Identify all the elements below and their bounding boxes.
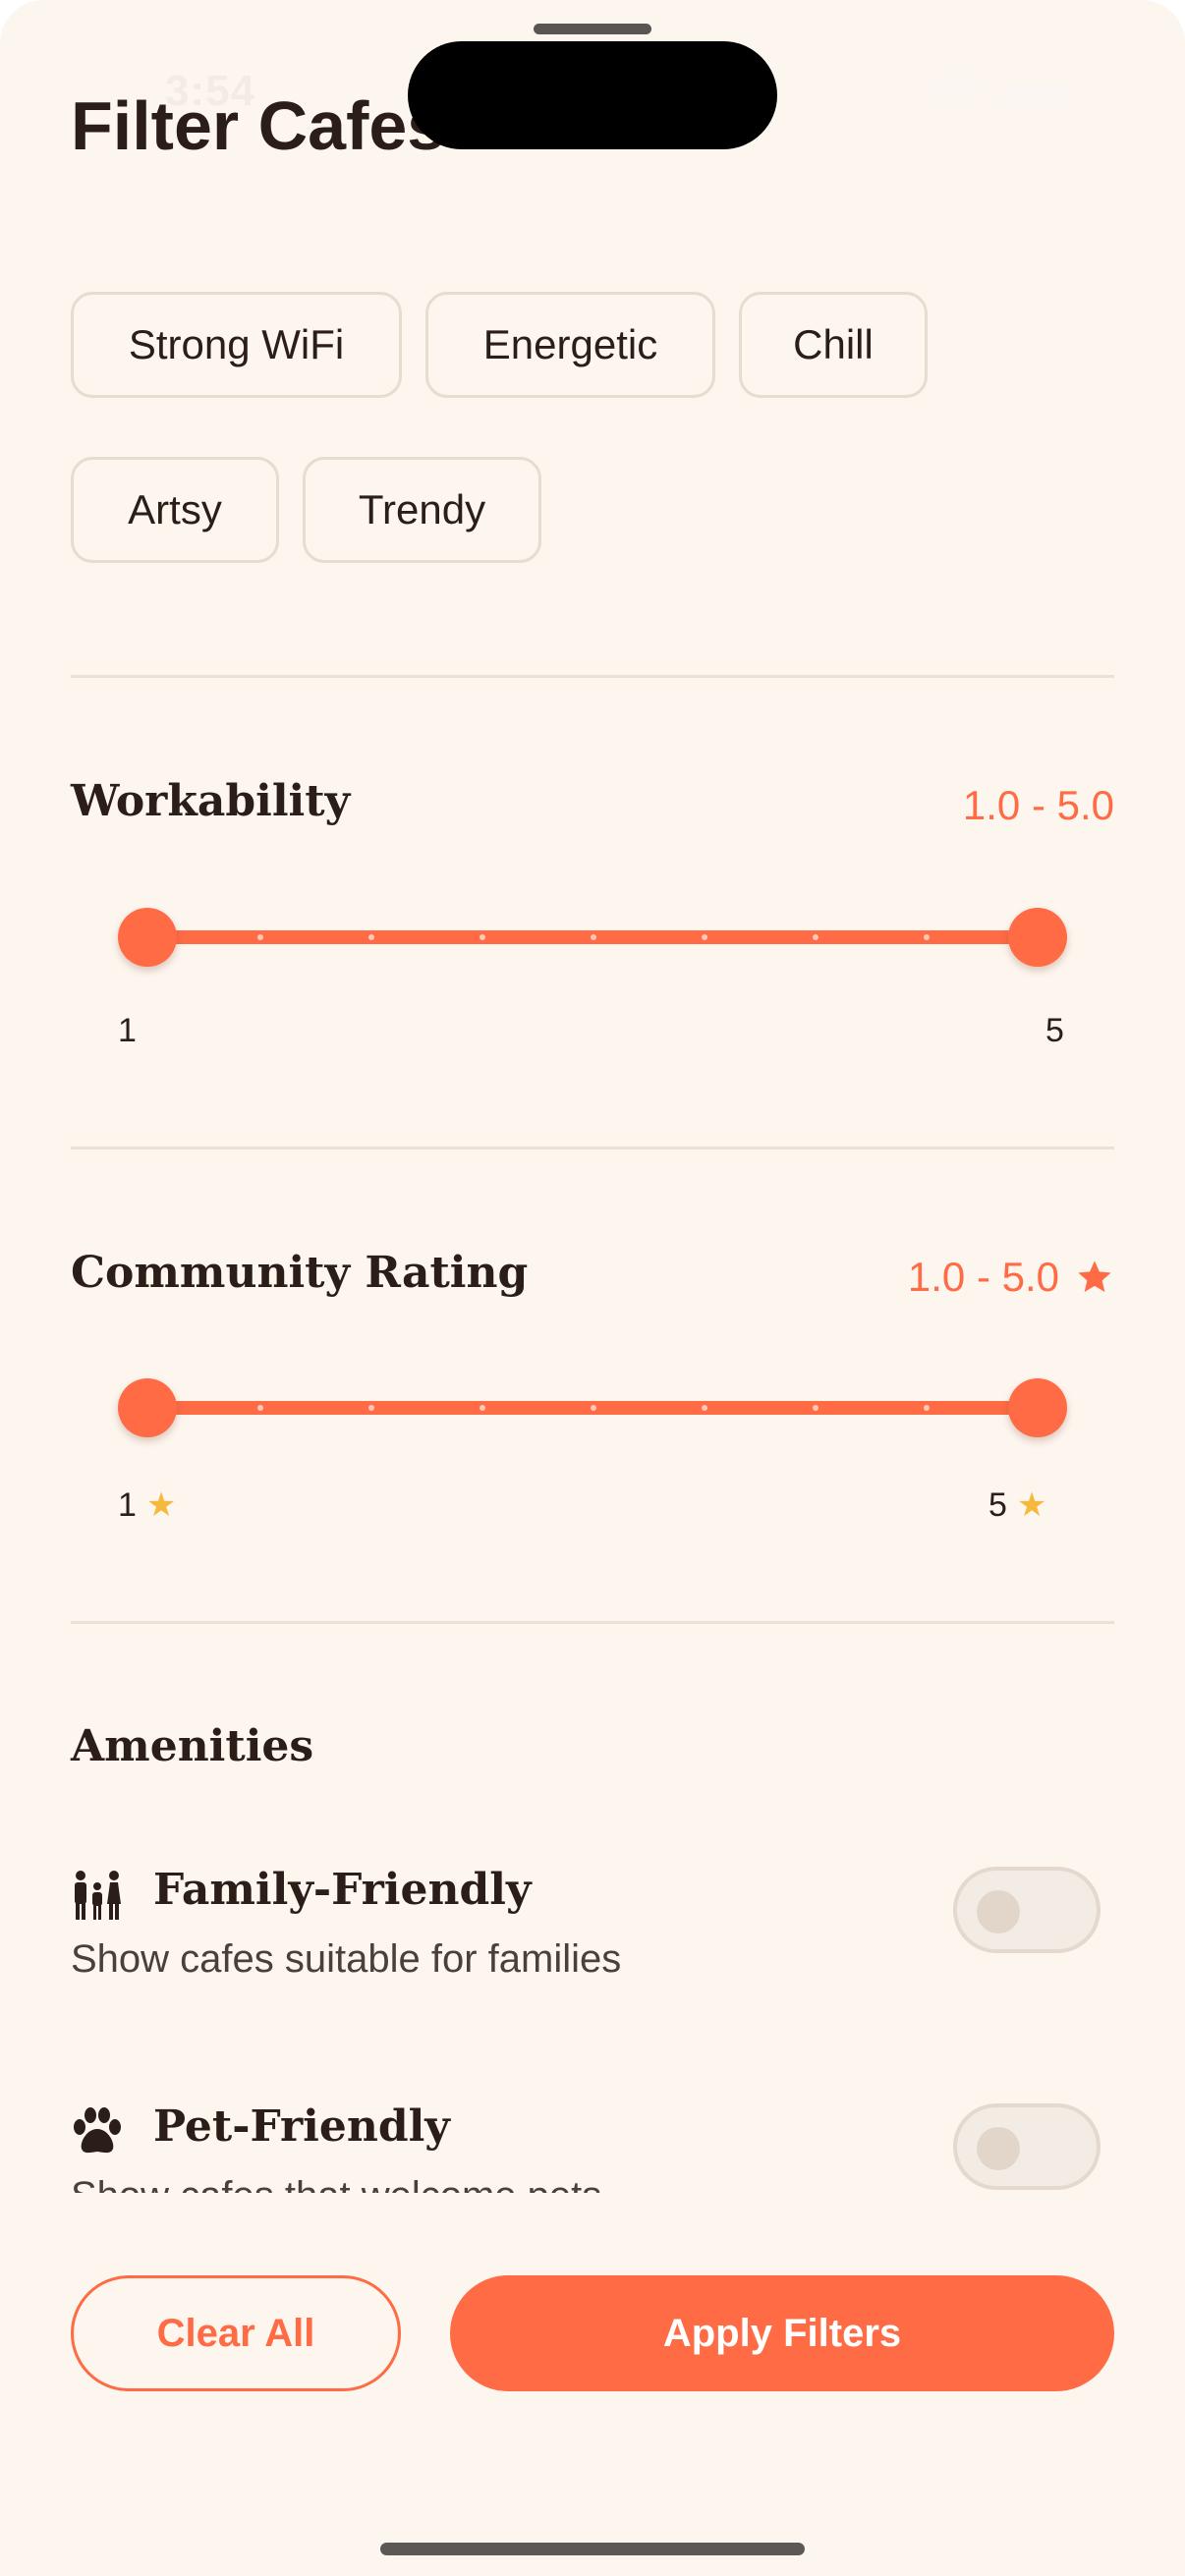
slider-tick [480, 934, 485, 940]
sheet-grabber[interactable] [534, 24, 651, 34]
slider-tick [368, 1405, 374, 1411]
community-rating-max-text: 5 [988, 1485, 1007, 1524]
amenity-title: Pet-Friendly [153, 2101, 450, 2152]
slider-tick [702, 1405, 707, 1411]
chip-artsy[interactable]: Artsy [71, 457, 279, 563]
workability-min-thumb[interactable] [118, 908, 177, 967]
star-icon [1078, 1260, 1111, 1292]
amenity-family-friendly: Family-Friendly Show cafes suitable for … [71, 1857, 1114, 1994]
filter-sheet: 3:54 Filter Cafes Strong WiFi Energetic … [0, 0, 1185, 2576]
slider-tick [813, 934, 818, 940]
slider-tick [702, 934, 707, 940]
community-rating-min-label: 1 ★ [118, 1485, 176, 1525]
chip-energetic[interactable]: Energetic [425, 292, 715, 398]
dynamic-island [408, 41, 777, 149]
family-friendly-toggle[interactable] [953, 1867, 1100, 1953]
workability-slider[interactable] [118, 908, 1067, 967]
star-emoji-icon: ★ [1016, 1486, 1047, 1524]
paw-icon [74, 2107, 121, 2154]
apply-filters-button[interactable]: Apply Filters [450, 2275, 1114, 2391]
workability-min-text: 1 [118, 1012, 137, 1049]
amenities-title: Amenities [71, 1721, 314, 1771]
pet-friendly-toggle[interactable] [953, 2103, 1100, 2190]
chip-chill[interactable]: Chill [739, 292, 928, 398]
slider-tick [591, 934, 596, 940]
community-rating-range-text: 1.0 - 5.0 [907, 1254, 1059, 1300]
chip-trendy[interactable]: Trendy [303, 457, 541, 563]
community-rating-range-value: 1.0 - 5.0 [908, 1254, 1114, 1301]
star-emoji-icon: ★ [145, 1486, 177, 1524]
workability-max-thumb[interactable] [1008, 908, 1067, 967]
community-rating-title: Community Rating [71, 1248, 529, 1298]
community-rating-min-thumb[interactable] [118, 1378, 177, 1437]
battery-icon [1004, 83, 1067, 110]
workability-title: Workability [71, 776, 351, 826]
toggle-knob [977, 1890, 1020, 1933]
toggle-knob [977, 2127, 1020, 2170]
workability-range-value: 1.0 - 5.0 [963, 782, 1114, 829]
workability-range-text: 1.0 - 5.0 [962, 782, 1114, 828]
page-title: Filter Cafes [71, 87, 446, 164]
divider [71, 675, 1114, 678]
slider-tick [924, 934, 930, 940]
workability-max-text: 5 [1045, 1012, 1064, 1049]
chip-strong-wifi[interactable]: Strong WiFi [71, 292, 402, 398]
slider-tick [591, 1405, 596, 1411]
community-rating-slider[interactable] [118, 1378, 1067, 1437]
slider-tick [368, 934, 374, 940]
clear-all-button[interactable]: Clear All [71, 2275, 401, 2391]
amenity-description: Show cafes suitable for families [71, 1937, 622, 1981]
divider [71, 1147, 1114, 1149]
amenity-title: Family-Friendly [153, 1865, 532, 1915]
home-indicator [380, 2543, 805, 2555]
family-icon [75, 1871, 121, 1920]
wifi-icon [926, 77, 981, 114]
slider-tick [813, 1405, 818, 1411]
community-rating-max-thumb[interactable] [1008, 1378, 1067, 1437]
workability-min-label: 1 [118, 1012, 137, 1050]
slider-tick [480, 1405, 485, 1411]
divider [71, 1621, 1114, 1624]
workability-max-label: 5 [1045, 1012, 1064, 1050]
slider-tick [257, 1405, 263, 1411]
community-rating-min-text: 1 [118, 1485, 137, 1524]
slider-tick [924, 1405, 930, 1411]
slider-tick [257, 934, 263, 940]
community-rating-max-label: 5 ★ [988, 1485, 1046, 1525]
